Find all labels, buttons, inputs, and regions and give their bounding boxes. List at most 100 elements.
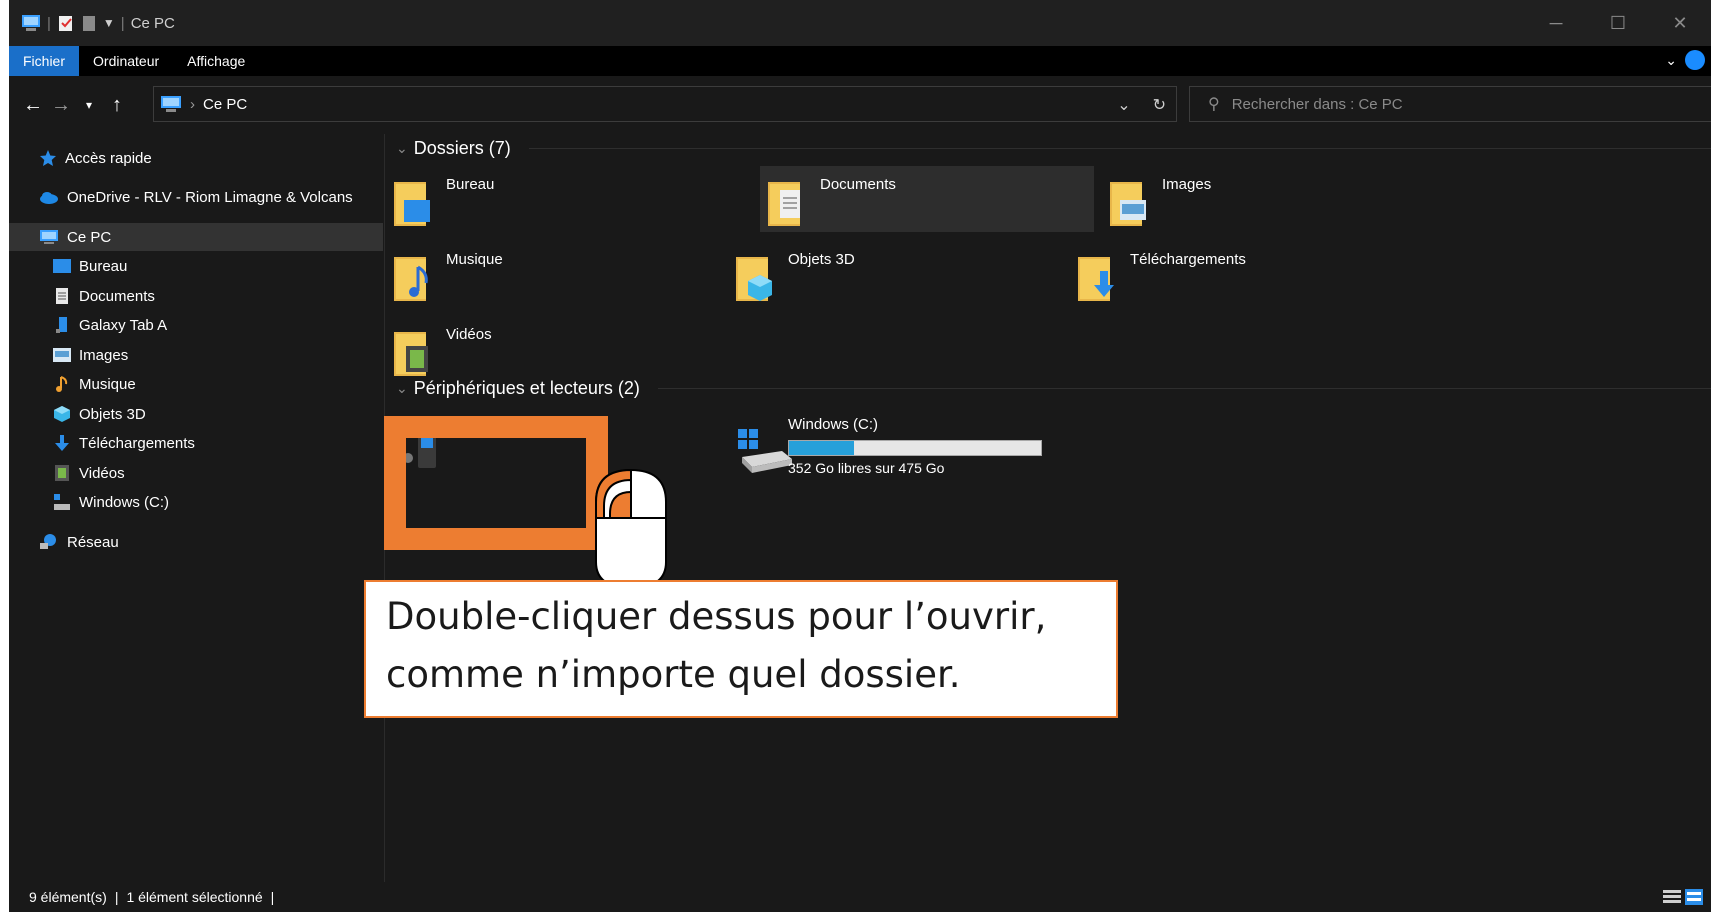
details-view-icon[interactable]	[1663, 889, 1681, 905]
sidebar-item-images[interactable]: Images	[53, 341, 128, 369]
folder-label: Documents	[820, 176, 896, 193]
selection-count: 1 élément sélectionné	[126, 889, 263, 905]
pc-icon	[40, 230, 58, 244]
close-button[interactable]: ✕	[1649, 0, 1711, 46]
navigation-bar: ← → ▾ ↑ › Ce PC ⌄ ↻ ⚲	[9, 80, 1711, 130]
tab-affichage[interactable]: Affichage	[173, 46, 259, 76]
folder-downloads-icon	[1078, 257, 1114, 301]
sidebar-item-objets-3d[interactable]: Objets 3D	[53, 400, 146, 428]
folder-desktop-icon	[394, 182, 430, 226]
sidebar-item-windows-c[interactable]: Windows (C:)	[53, 488, 169, 516]
address-bar[interactable]: › Ce PC ⌄ ↻	[153, 86, 1177, 122]
window-title: Ce PC	[130, 14, 175, 32]
toolbar-separator: |	[120, 14, 125, 32]
sidebar-item-documents[interactable]: Documents	[53, 282, 155, 310]
quick-access-toolbar: | ▼ | Ce PC	[9, 14, 175, 32]
divider	[528, 148, 1711, 149]
sidebar-item-onedrive[interactable]: OneDrive - RLV - Riom Limagne & Volcans	[39, 183, 353, 211]
folder-label: Téléchargements	[1130, 251, 1246, 268]
up-arrow-icon[interactable]: ↑	[103, 94, 131, 117]
folder-telechargements[interactable]: Téléchargements	[1070, 241, 1404, 307]
sidebar-item-label: Bureau	[79, 257, 128, 275]
folder-videos-icon	[394, 332, 428, 376]
address-dropdown-icon[interactable]: ⌄	[1117, 95, 1130, 115]
folder-documents[interactable]: Documents	[760, 166, 1094, 232]
network-icon	[40, 534, 56, 549]
breadcrumb-chevron-icon[interactable]: ›	[190, 96, 195, 113]
devices-group-header[interactable]: ⌄ Périphériques et lecteurs (2)	[396, 378, 1711, 399]
sidebar-item-label: Documents	[79, 287, 155, 305]
maximize-button[interactable]: ☐	[1587, 0, 1649, 46]
download-icon	[55, 435, 69, 451]
forward-arrow-icon[interactable]: →	[47, 94, 75, 117]
help-icon[interactable]	[1685, 50, 1705, 70]
view-switcher	[1663, 889, 1703, 905]
image-icon	[53, 348, 71, 362]
folder-bureau[interactable]: Bureau	[386, 166, 720, 232]
sidebar-item-bureau[interactable]: Bureau	[53, 252, 127, 280]
drive-label: Windows (C:)	[788, 416, 879, 433]
status-bar: 9 élément(s) | 1 élément sélectionné |	[9, 882, 1711, 912]
status-separator: |	[270, 889, 275, 905]
folder-label: Vidéos	[446, 326, 492, 343]
folder-videos[interactable]: Vidéos	[386, 316, 720, 382]
search-input[interactable]	[1231, 95, 1652, 113]
sidebar-item-label: Réseau	[67, 533, 119, 551]
chevron-down-icon: ⌄	[396, 140, 408, 156]
new-folder-icon[interactable]	[81, 14, 97, 32]
search-icon: ⚲	[1208, 96, 1220, 113]
sidebar-item-label: Images	[79, 346, 129, 364]
sidebar-item-reseau[interactable]: Réseau	[39, 528, 119, 556]
tab-ordinateur[interactable]: Ordinateur	[79, 46, 173, 76]
sidebar-item-ce-pc[interactable]: Ce PC	[9, 223, 383, 251]
sidebar-item-label: Vidéos	[79, 464, 125, 482]
folder-objets-3d[interactable]: Objets 3D	[728, 241, 1062, 307]
recent-locations-icon[interactable]: ▾	[75, 98, 103, 112]
pc-icon	[161, 96, 181, 112]
properties-icon[interactable]	[57, 14, 75, 32]
sidebar-item-acces-rapide[interactable]: Accès rapide	[39, 144, 152, 172]
expand-ribbon-icon[interactable]: ⌄	[1665, 52, 1677, 69]
search-box[interactable]: ⚲	[1189, 86, 1711, 122]
sidebar-item-telechargements[interactable]: Téléchargements	[53, 429, 195, 457]
drive-usage-bar	[788, 440, 1042, 456]
cloud-icon	[40, 192, 58, 204]
navigation-pane: Accès rapide OneDrive - RLV - Riom Limag…	[9, 134, 385, 882]
sidebar-item-label: Téléchargements	[79, 434, 195, 452]
folder-musique[interactable]: Musique	[386, 241, 720, 307]
refresh-icon[interactable]: ↻	[1153, 95, 1166, 115]
folders-group-header[interactable]: ⌄ Dossiers (7)	[396, 138, 1711, 159]
explorer-window: | ▼ | Ce PC ─ ☐ ✕ Fichier Ordinateur Aff…	[9, 0, 1711, 912]
sidebar-item-label: Objets 3D	[79, 405, 146, 423]
drive-windows-c[interactable]: Windows (C:) 352 Go libres sur 475 Go	[728, 412, 1062, 492]
sidebar-item-videos[interactable]: Vidéos	[53, 459, 125, 487]
status-separator: |	[114, 889, 119, 905]
sidebar-item-label: OneDrive - RLV - Riom Limagne & Volcans	[67, 188, 353, 206]
folder-label: Bureau	[446, 176, 495, 193]
folder-label: Images	[1162, 176, 1212, 193]
sidebar-item-musique[interactable]: Musique	[53, 370, 136, 398]
folder-images[interactable]: Images	[1102, 166, 1436, 232]
star-icon	[40, 150, 56, 166]
folder-images-icon	[1110, 182, 1146, 226]
drive-free-space: 352 Go libres sur 475 Go	[788, 460, 945, 476]
ribbon-tabs: Fichier Ordinateur Affichage ⌄	[9, 46, 1711, 76]
breadcrumb-ce-pc[interactable]: Ce PC	[203, 96, 247, 113]
tab-fichier[interactable]: Fichier	[9, 46, 80, 76]
sidebar-item-galaxy-tab-a[interactable]: Galaxy Tab A	[53, 311, 167, 339]
music-icon	[56, 376, 68, 392]
title-bar: | ▼ | Ce PC ─ ☐ ✕	[9, 0, 1711, 46]
back-arrow-icon[interactable]: ←	[19, 94, 47, 117]
large-icons-view-icon[interactable]	[1685, 889, 1703, 905]
minimize-button[interactable]: ─	[1525, 0, 1587, 46]
highlight-frame	[384, 416, 608, 550]
folder-3d-objects-icon	[736, 257, 772, 301]
drive-icon	[738, 429, 792, 473]
sidebar-item-label: Musique	[79, 375, 136, 393]
folder-documents-icon	[768, 182, 800, 226]
folder-label: Objets 3D	[788, 251, 855, 268]
drive-icon	[54, 494, 70, 510]
sidebar-item-label: Ce PC	[67, 228, 112, 246]
customize-toolbar-icon[interactable]: ▼	[103, 16, 115, 30]
sidebar-item-label: Windows (C:)	[79, 493, 170, 511]
